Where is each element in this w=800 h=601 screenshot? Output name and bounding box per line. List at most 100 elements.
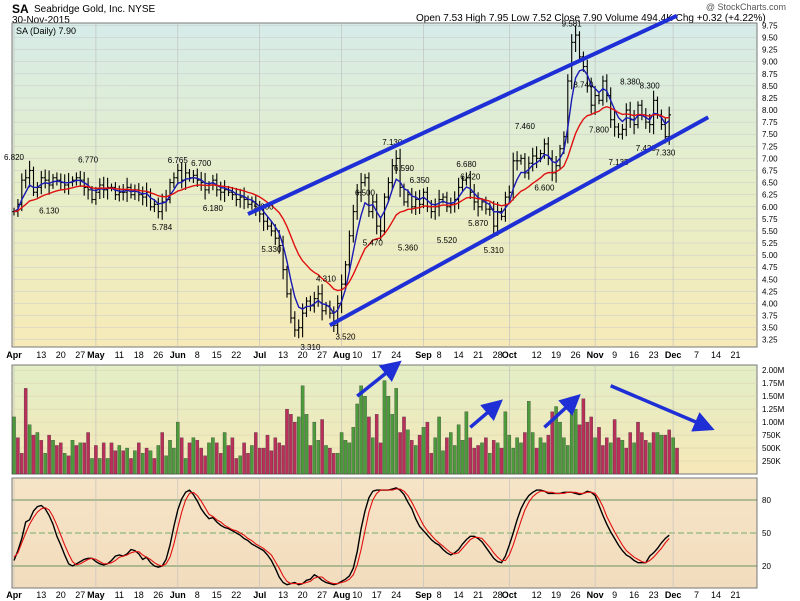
date-axis-label: Jun	[170, 590, 186, 600]
volume-bar	[351, 427, 356, 475]
date-axis-label: 13	[36, 590, 46, 600]
price-tick-label: 8.50	[762, 82, 778, 91]
volume-bar	[651, 432, 656, 475]
price-data-label: 5.310	[484, 246, 505, 255]
date-axis-label: 10	[352, 350, 362, 360]
volume-bar	[257, 447, 262, 475]
price-data-label: 8.300	[640, 82, 661, 91]
date-axis-label: Nov	[587, 590, 604, 600]
price-tick-label: 5.50	[762, 227, 778, 236]
price-tick-label: 4.75	[762, 263, 778, 272]
date-axis-label: Aug	[333, 350, 351, 360]
volume-bar	[211, 437, 215, 475]
volume-bar	[363, 395, 367, 475]
volume-bar	[433, 437, 437, 475]
volume-bar	[449, 432, 453, 475]
volume-bar	[503, 411, 508, 475]
date-axis-label: 24	[391, 350, 401, 360]
date-axis-label: 21	[730, 590, 740, 600]
volume-bar	[378, 442, 383, 475]
volume-bar	[581, 398, 586, 475]
volume-bar	[47, 434, 51, 475]
volume-bar	[281, 445, 285, 475]
volume-bar	[402, 416, 406, 475]
date-axis-label: 17	[372, 590, 382, 600]
volume-bar	[398, 432, 402, 475]
stochastic-tick-label: 80	[762, 496, 771, 505]
volume-bar	[74, 445, 79, 475]
price-data-label: 5.470	[363, 238, 384, 247]
date-axis-label: 16	[629, 350, 639, 360]
volume-bar	[339, 432, 344, 475]
volume-bar	[562, 437, 566, 475]
volume-bar	[491, 440, 496, 475]
volume-bar	[406, 429, 410, 475]
date-axis-label: Jul	[253, 350, 266, 360]
stochastic-tick-label: 20	[762, 562, 771, 571]
volume-bar	[612, 419, 617, 475]
price-tick-label: 3.25	[762, 336, 778, 345]
volume-bar	[304, 414, 309, 475]
volume-bar	[269, 450, 274, 475]
volume-bar	[675, 447, 679, 475]
volume-bar	[371, 437, 375, 475]
date-axis-label: 27	[75, 590, 85, 600]
price-data-label: 9.581	[562, 20, 583, 29]
date-axis-label: 8	[195, 350, 200, 360]
volume-bar	[238, 455, 242, 475]
price-data-label: 6.500	[355, 189, 376, 198]
volume-bar	[172, 447, 176, 475]
volume-bar	[164, 455, 168, 475]
volume-bar	[195, 440, 200, 475]
volume-bar	[277, 442, 281, 475]
price-tick-label: 8.75	[762, 70, 778, 79]
date-axis-label: 26	[153, 590, 163, 600]
price-tick-label: 6.25	[762, 191, 778, 200]
volume-bar	[386, 395, 391, 475]
volume-bar	[456, 424, 461, 475]
date-axis-label: 20	[56, 350, 66, 360]
date-axis-label: Oct	[502, 350, 517, 360]
volume-tick-label: 2.00M	[762, 366, 785, 375]
price-data-label: 6.700	[191, 159, 212, 168]
volume-tick-label: 1.25M	[762, 405, 785, 414]
volume-bar	[332, 453, 336, 475]
volume-bar	[328, 447, 332, 475]
date-axis-label: 23	[649, 350, 659, 360]
date-axis-label: 15	[212, 590, 222, 600]
price-tick-label: 6.50	[762, 179, 778, 188]
date-axis-label: 18	[134, 590, 144, 600]
volume-bar	[523, 432, 527, 475]
volume-tick-label: 750K	[762, 431, 781, 440]
volume-bar	[261, 447, 266, 475]
date-axis-label: 15	[212, 350, 222, 360]
date-axis-label: 7	[694, 350, 699, 360]
volume-bar	[324, 445, 328, 475]
volume-bar	[566, 445, 570, 475]
date-axis-label: Oct	[502, 590, 517, 600]
volume-bar	[472, 447, 476, 475]
price-data-label: 7.800	[589, 126, 610, 135]
price-legend: SA (Daily) 7.90	[16, 26, 76, 36]
price-tick-label: 7.00	[762, 154, 778, 163]
volume-bar	[27, 424, 32, 475]
date-axis-label: 21	[730, 350, 740, 360]
volume-bar	[636, 421, 640, 475]
date-axis-label: 13	[278, 350, 288, 360]
date-axis-label: 9	[612, 350, 617, 360]
date-axis-label: 17	[372, 350, 382, 360]
volume-bar	[137, 442, 141, 475]
volume-bar	[495, 442, 500, 475]
volume-bar	[558, 421, 562, 475]
volume-bar	[215, 442, 219, 475]
date-axis-label: Dec	[665, 350, 682, 360]
volume-bar	[51, 440, 55, 475]
volume-bar	[394, 388, 398, 475]
volume-bar	[484, 437, 488, 475]
price-data-label: 5.360	[398, 244, 419, 253]
volume-bar	[62, 453, 67, 475]
volume-bar	[655, 432, 660, 475]
volume-bar	[246, 453, 250, 475]
chart-root: SA Seabridge Gold, Inc. NYSE 30-Nov-2015…	[0, 0, 800, 601]
volume-bar	[296, 416, 301, 475]
